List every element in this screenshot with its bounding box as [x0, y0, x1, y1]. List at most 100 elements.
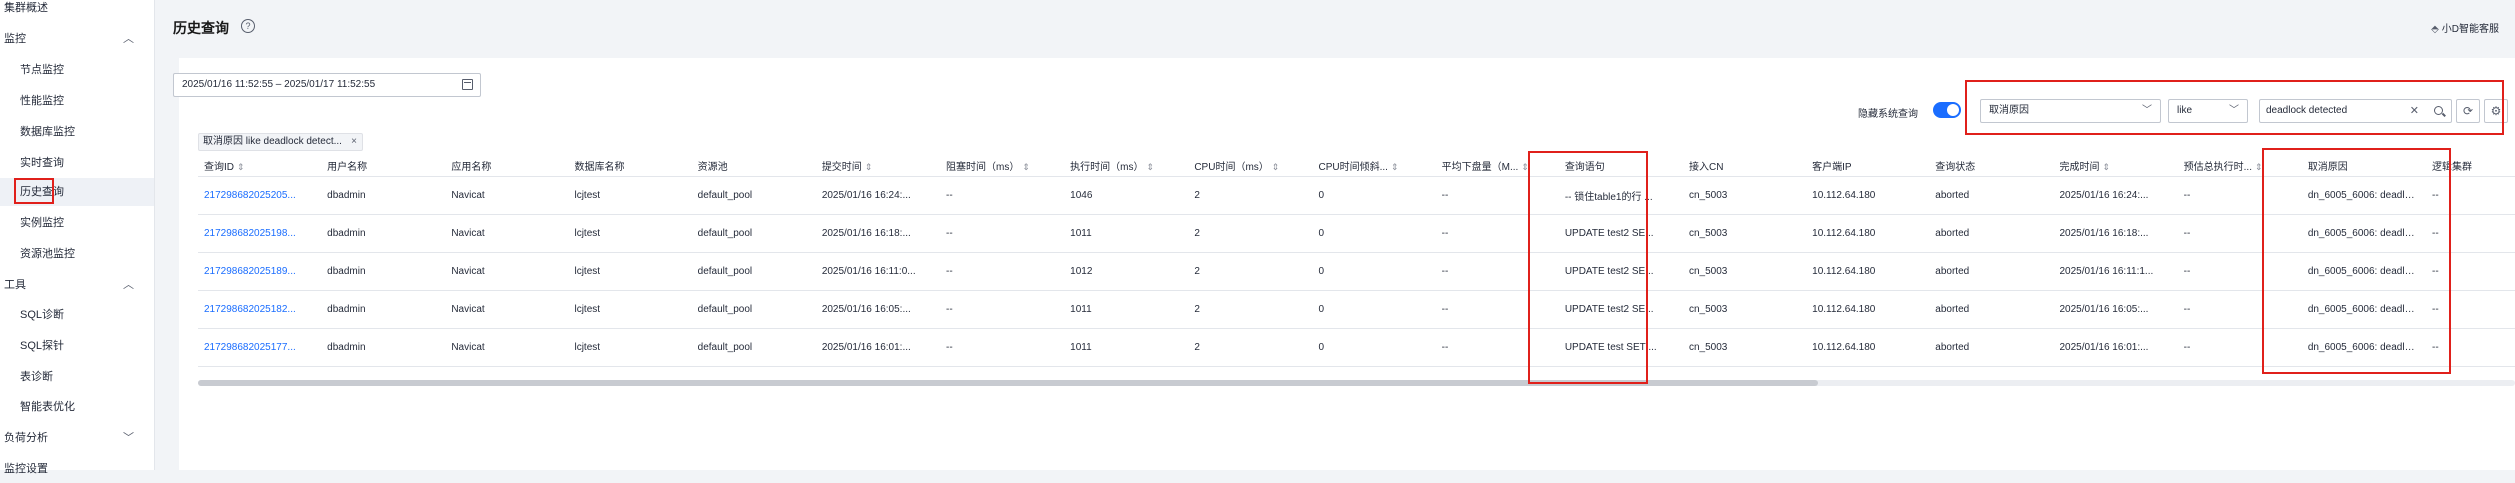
sidebar-item[interactable]: SQL探针 [0, 332, 154, 360]
table-cell: 2025/01/16 16:18:... [815, 214, 940, 253]
table-cell: cn_5003 [1682, 176, 1807, 215]
column-header[interactable]: 客户端IP [1806, 155, 1930, 177]
sidebar-item-label: 性能监控 [20, 95, 64, 107]
sidebar-item-label: SQL诊断 [20, 309, 65, 321]
chevron-icon: ︿ [123, 33, 134, 45]
sort-icon[interactable]: ⇕ [1272, 162, 1280, 172]
horizontal-scrollbar[interactable] [198, 380, 2515, 386]
sidebar-item[interactable]: SQL诊断 [0, 301, 154, 329]
table-row[interactable]: 217298682025205... dbadmin Navicat lcjtest d… [198, 176, 2515, 215]
column-header[interactable]: 查询状态 [1929, 155, 2054, 177]
table-cell: 0 [1312, 252, 1436, 291]
sidebar-item[interactable]: 实例监控 [0, 209, 154, 237]
table-cell: aborted [1929, 328, 2054, 367]
assistant-link[interactable]: ⬘ 小D智能客服 [2431, 20, 2499, 35]
column-header-label: 用户名称 [327, 161, 368, 173]
highlight-box-query-statement [1528, 151, 1648, 384]
table-cell: default_pool [691, 214, 816, 253]
sidebar-item-label: SQL探针 [20, 340, 65, 352]
table-cell: lcjtest [568, 214, 692, 253]
sidebar-item[interactable]: 集群概述 [0, 0, 154, 22]
table-cell: default_pool [691, 328, 816, 367]
column-header-label: CPU时间（ms） [1194, 161, 1269, 173]
table-cell: 0 [1312, 176, 1436, 215]
column-header[interactable]: 执行时间（ms） ⇕ [1064, 155, 1189, 177]
column-header[interactable]: CPU时间倾斜... ⇕ [1312, 155, 1436, 177]
page-title: 历史查询 [173, 20, 229, 36]
column-header-label: 预估总执行时... [2183, 161, 2252, 173]
sidebar-item[interactable]: 资源池监控 [0, 240, 154, 268]
table-cell: 2 [1188, 290, 1313, 329]
column-header[interactable]: 阻塞时间（ms） ⇕ [939, 155, 1065, 177]
table-cell: 1011 [1064, 328, 1189, 367]
sidebar-item[interactable]: 智能表优化 [0, 393, 154, 421]
column-header[interactable]: 应用名称 [445, 155, 569, 177]
table-cell: dbadmin [321, 214, 446, 253]
column-header[interactable]: 完成时间 ⇕ [2053, 155, 2178, 177]
query-id-link[interactable]: 217298682025189... [198, 252, 322, 291]
table-cell: 1011 [1064, 214, 1189, 253]
table-cell: aborted [1929, 176, 2054, 215]
table-header-row: 查询ID ⇕ 用户名称 应用名称 数据库名称 资源池 提交时间 ⇕ 阻塞时间（ms） ⇕ 执行时间（… [198, 155, 2515, 177]
column-header-label: 客户端IP [1812, 161, 1852, 173]
query-id-link[interactable]: 217298682025177... [198, 328, 322, 367]
sidebar-item[interactable]: 性能监控 [0, 87, 154, 115]
table-cell: cn_5003 [1682, 290, 1807, 329]
column-header[interactable]: 查询ID ⇕ [198, 155, 322, 177]
column-header[interactable]: 接入CN [1682, 155, 1807, 177]
column-header[interactable]: 用户名称 [321, 155, 446, 177]
sidebar-item[interactable]: 监控设置 [0, 455, 154, 483]
table-cell: default_pool [691, 290, 816, 329]
table-cell: -- [939, 290, 1065, 329]
column-header[interactable]: CPU时间（ms） ⇕ [1188, 155, 1313, 177]
sidebar-item[interactable]: 表诊断 [0, 363, 154, 391]
table-cell: 0 [1312, 214, 1436, 253]
sidebar-item[interactable]: 工具 ︿ [0, 271, 154, 299]
highlight-box-cancel-reason [2262, 148, 2451, 374]
column-header[interactable]: 数据库名称 [568, 155, 692, 177]
table-cell: lcjtest [568, 328, 692, 367]
table-row[interactable]: 217298682025182... dbadmin Navicat lcjtest d… [198, 290, 2515, 329]
sidebar-item-label: 资源池监控 [20, 248, 75, 260]
sidebar-item[interactable]: 节点监控 [0, 56, 154, 84]
table-cell: 1046 [1064, 176, 1189, 215]
table-cell: cn_5003 [1682, 328, 1807, 367]
column-header[interactable]: 提交时间 ⇕ [815, 155, 940, 177]
sidebar-item-label: 工具 [4, 279, 26, 291]
hide-system-query-toggle[interactable] [1933, 102, 1961, 118]
chevron-icon: ︿ [123, 279, 134, 291]
query-id-link[interactable]: 217298682025198... [198, 214, 322, 253]
column-header-label: 完成时间 [2059, 161, 2100, 173]
column-header[interactable]: 资源池 [691, 155, 816, 177]
sidebar-item[interactable]: 负荷分析 ﹀ [0, 424, 154, 452]
sidebar-item-label: 数据库监控 [20, 126, 75, 138]
table-row[interactable]: 217298682025198... dbadmin Navicat lcjtest d… [198, 214, 2515, 253]
table-row[interactable]: 217298682025189... dbadmin Navicat lcjtest d… [198, 252, 2515, 291]
table-cell: 1011 [1064, 290, 1189, 329]
sort-icon[interactable]: ⇕ [237, 162, 245, 172]
table-cell: -- [939, 214, 1065, 253]
column-header-label: 查询状态 [1935, 161, 1976, 173]
table-cell: 2025/01/16 16:18:... [2053, 214, 2178, 253]
table-cell: aborted [1929, 290, 2054, 329]
query-id-link[interactable]: 217298682025205... [198, 176, 322, 215]
sidebar-item-label: 表诊断 [20, 371, 53, 383]
column-header-label: 接入CN [1688, 161, 1724, 173]
table-cell: 10.112.64.180 [1806, 252, 1930, 291]
help-icon[interactable]: ? [241, 19, 255, 33]
date-range-picker[interactable]: 2025/01/16 11:52:55 – 2025/01/17 11:52:5… [173, 73, 481, 97]
sort-icon[interactable]: ⇕ [2102, 162, 2110, 172]
table-cell: 2025/01/16 16:24:... [2053, 176, 2178, 215]
sort-icon[interactable]: ⇕ [865, 162, 873, 172]
table-row[interactable]: 217298682025177... dbadmin Navicat lcjtest d… [198, 328, 2515, 367]
active-filter-tag: 取消原因 like deadlock detect... × [198, 133, 363, 151]
query-id-link[interactable]: 217298682025182... [198, 290, 322, 329]
sidebar-item[interactable]: 监控 ︿ [0, 25, 154, 53]
sort-icon[interactable]: ⇕ [1022, 162, 1030, 172]
sidebar-item[interactable]: 数据库监控 [0, 118, 154, 146]
sidebar-item[interactable]: 实时查询 [0, 149, 154, 177]
sort-icon[interactable]: ⇕ [1391, 162, 1399, 172]
history-query-table: 查询ID ⇕ 用户名称 应用名称 数据库名称 资源池 提交时间 ⇕ 阻塞时间（ms） ⇕ 执行时间（… [198, 155, 2515, 383]
sort-icon[interactable]: ⇕ [1147, 162, 1155, 172]
close-icon[interactable]: × [351, 134, 357, 150]
